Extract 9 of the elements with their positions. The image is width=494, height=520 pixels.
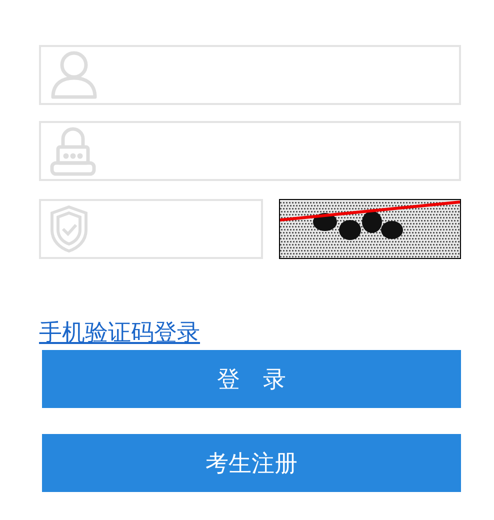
login-button[interactable]: 登 录: [42, 350, 461, 408]
shield-icon: [49, 204, 89, 254]
input-field[interactable]: [39, 45, 461, 105]
lock-icon: [49, 125, 97, 177]
sms-login-link[interactable]: 手机验证码登录: [39, 320, 200, 346]
user-icon: [49, 49, 99, 101]
register-button[interactable]: 考生注册: [42, 434, 461, 492]
input-field[interactable]: [39, 199, 263, 259]
input-field[interactable]: [39, 121, 461, 181]
